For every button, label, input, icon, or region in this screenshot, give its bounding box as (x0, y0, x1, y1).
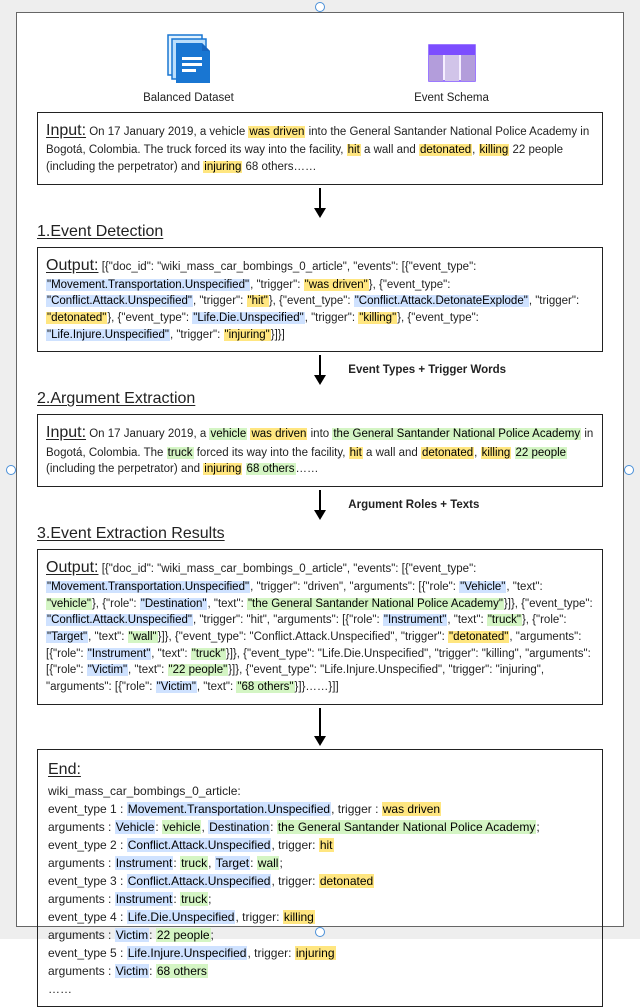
schema-icon-col: Event Schema (340, 41, 563, 104)
frame-anchor-top (315, 2, 325, 12)
frame-anchor-left (6, 465, 16, 475)
dataset-icon-col: Balanced Dataset (77, 31, 300, 104)
table-schema-icon (425, 41, 479, 88)
heading-event-extraction-results: 3.Event Extraction Results (37, 525, 603, 543)
input1-lead: Input: (46, 122, 86, 139)
arrow-2-label: Event Types + Trigger Words (348, 364, 506, 376)
input2-lead: Input: (46, 424, 86, 441)
arrow-4 (37, 708, 603, 746)
output1-lead: Output: (46, 257, 98, 274)
heading-argument-extraction: 2.Argument Extraction (37, 390, 603, 408)
icon-row: Balanced Dataset Event Schema (37, 25, 603, 106)
document-stack-icon (162, 31, 216, 88)
frame-anchor-right (624, 465, 634, 475)
output-box-1: Output: [{"doc_id": "wiki_mass_car_bombi… (37, 247, 603, 353)
output2-lead: Output: (46, 559, 98, 576)
output1-body: [{"doc_id": "wiki_mass_car_bombings_0_ar… (46, 261, 579, 341)
output2-body: [{"doc_id": "wiki_mass_car_bombings_0_ar… (46, 563, 593, 693)
arrow-down-icon (310, 188, 330, 218)
arrow-3-label: Argument Roles + Texts (348, 499, 479, 511)
arrow-down-icon (310, 355, 330, 385)
input2-body: On 17 January 2019, a vehicle was driven… (46, 428, 593, 475)
diagram-stage: Balanced Dataset Event Schema Input: (0, 0, 640, 939)
arrow-down-icon (310, 708, 330, 746)
dataset-caption: Balanced Dataset (143, 92, 234, 104)
input-box-2: Input: On 17 January 2019, a vehicle was… (37, 414, 603, 487)
input1-text: On 17 January 2019, a vehicle was driven… (46, 126, 589, 173)
arrow-3: Argument Roles + Texts (37, 490, 603, 520)
arrow-1 (37, 188, 603, 218)
schema-caption: Event Schema (414, 92, 489, 104)
output-box-2: Output: [{"doc_id": "wiki_mass_car_bombi… (37, 549, 603, 705)
end-box: End:wiki_mass_car_bombings_0_article:eve… (37, 749, 603, 1007)
diagram-frame: Balanced Dataset Event Schema Input: (16, 12, 624, 927)
input-box-1: Input: On 17 January 2019, a vehicle was… (37, 112, 603, 185)
heading-event-detection: 1.Event Detection (37, 223, 603, 241)
arrow-2: Event Types + Trigger Words (37, 355, 603, 385)
arrow-down-icon (310, 490, 330, 520)
